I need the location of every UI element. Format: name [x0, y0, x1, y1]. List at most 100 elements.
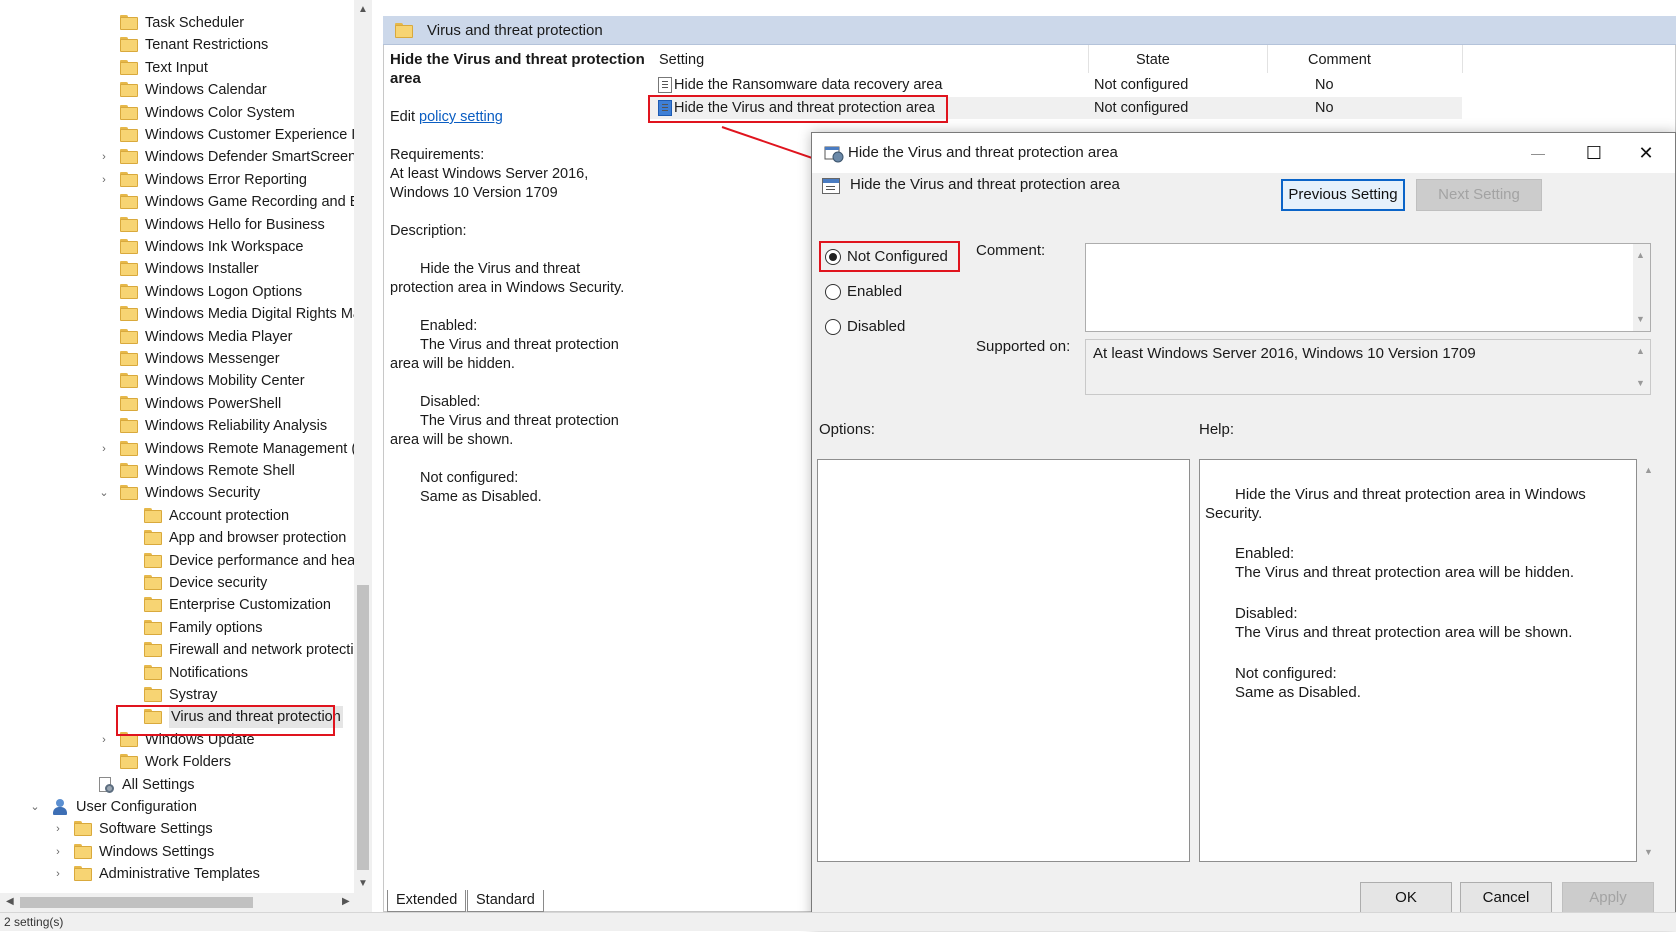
scroll-down-arrow-icon[interactable]: ▼ — [1644, 847, 1653, 857]
tree-item[interactable]: › Software Settings — [0, 818, 354, 840]
edit-policy-setting-link[interactable]: policy setting — [419, 109, 503, 125]
tree-item[interactable]: Windows Game Recording and Bro — [0, 191, 371, 213]
close-button[interactable]: ✕ — [1618, 133, 1674, 173]
tree-item[interactable]: Windows Ink Workspace — [0, 236, 354, 258]
tree-item[interactable]: Windows Calendar — [0, 79, 354, 101]
tree-item[interactable]: Windows Hello for Business — [0, 214, 354, 236]
help-text-cont: Security. — [1205, 505, 1263, 522]
folder-icon — [120, 351, 138, 366]
tree-item[interactable]: All Settings — [0, 774, 354, 796]
radio-label: Enabled — [847, 283, 903, 300]
tree-item[interactable]: › Windows Update — [0, 729, 354, 751]
tree-item[interactable]: › Windows Remote Management (W — [0, 438, 370, 460]
chevron-right-icon[interactable]: › — [52, 863, 64, 885]
tree-item[interactable]: Windows Messenger — [0, 348, 354, 370]
view-tabs[interactable]: Extended Standard — [383, 890, 783, 912]
tree-item[interactable]: Windows Mobility Center — [0, 370, 354, 392]
chevron-down-icon[interactable]: ⌄ — [98, 482, 110, 504]
tree-item[interactable]: Firewall and network protection — [0, 639, 370, 661]
tree-item[interactable]: Work Folders — [0, 751, 354, 773]
scroll-right-arrow-icon[interactable]: ▶ — [342, 896, 350, 907]
folder-icon — [144, 575, 162, 590]
minimize-button[interactable]: — — [1510, 133, 1566, 173]
tree-item[interactable]: ⌄ Windows Security — [0, 482, 354, 504]
chevron-right-icon[interactable]: › — [98, 438, 110, 460]
tree-item[interactable]: Text Input — [0, 57, 354, 79]
tree-item[interactable]: Windows Reliability Analysis — [0, 415, 354, 437]
scroll-left-arrow-icon[interactable]: ◀ — [6, 896, 14, 907]
scroll-down-arrow-icon[interactable]: ▼ — [358, 878, 368, 889]
scroll-down-arrow-icon[interactable]: ▼ — [1636, 314, 1645, 324]
ok-button[interactable]: OK — [1360, 882, 1452, 914]
tree-horizontal-scrollbar[interactable]: ◀ ▶ — [0, 893, 372, 912]
tree-item[interactable]: Account protection — [0, 505, 354, 527]
tree-item[interactable]: Systray — [0, 684, 354, 706]
column-header-state[interactable]: State — [1136, 49, 1170, 71]
tree-item[interactable]: Notifications — [0, 662, 354, 684]
tree-item[interactable]: Device security — [0, 572, 354, 594]
tree-item[interactable]: Family options — [0, 617, 354, 639]
column-header-comment[interactable]: Comment — [1308, 49, 1371, 71]
radio-unchecked-icon[interactable] — [825, 284, 841, 300]
chevron-right-icon[interactable]: › — [98, 729, 110, 751]
radio-checked-icon[interactable] — [825, 249, 841, 265]
scroll-up-arrow-icon[interactable]: ▲ — [358, 4, 368, 15]
tree-item[interactable]: Windows Installer — [0, 258, 354, 280]
dialog-titlebar[interactable]: Hide the Virus and threat protection are… — [812, 133, 1675, 173]
maximize-button[interactable]: ☐ — [1566, 133, 1622, 173]
tree-item[interactable]: › Administrative Templates — [0, 863, 354, 885]
tree-item-label: Account protection — [169, 507, 290, 524]
setting-row[interactable]: Hide the Ransomware data recovery area N… — [650, 74, 1462, 96]
tree-hscroll-thumb[interactable] — [20, 897, 253, 908]
supported-scrollbar[interactable]: ▲ ▼ — [1633, 340, 1650, 394]
scroll-up-arrow-icon[interactable]: ▲ — [1644, 465, 1653, 475]
folder-icon — [120, 216, 138, 232]
scroll-up-arrow-icon[interactable]: ▲ — [1636, 346, 1645, 356]
comment-textbox[interactable]: ▲ ▼ — [1085, 243, 1651, 332]
comment-scrollbar[interactable]: ▲ ▼ — [1633, 244, 1650, 331]
tab-standard[interactable]: Standard — [467, 890, 544, 912]
help-scrollbar[interactable]: ▲ ▼ — [1640, 459, 1657, 862]
column-separator[interactable] — [1462, 45, 1463, 73]
policy-setting-dialog[interactable]: Hide the Virus and threat protection are… — [811, 132, 1676, 931]
tree-item[interactable]: Windows Color System — [0, 102, 354, 124]
tree-item[interactable]: ⌄ User Configuration — [0, 796, 354, 818]
radio-unchecked-icon[interactable] — [825, 319, 841, 335]
tree-item[interactable]: Windows Remote Shell — [0, 460, 354, 482]
setting-row-selected[interactable]: Hide the Virus and threat protection are… — [650, 97, 1462, 119]
tree-item-selected[interactable]: Virus and threat protection — [0, 706, 354, 729]
tree-item[interactable]: Windows Media Player — [0, 326, 354, 348]
cancel-button[interactable]: Cancel — [1460, 882, 1552, 914]
next-setting-button[interactable]: Next Setting — [1416, 179, 1542, 211]
column-separator[interactable] — [1088, 45, 1089, 73]
tree-item[interactable]: App and browser protection — [0, 527, 354, 549]
navigation-tree[interactable]: Task Scheduler Tenant Restrictions Text In… — [0, 0, 372, 912]
tree-item[interactable]: › Windows Settings — [0, 841, 354, 863]
tree-item[interactable]: › Windows Error Reporting — [0, 169, 354, 191]
scroll-down-arrow-icon[interactable]: ▼ — [1636, 378, 1645, 388]
tree-item[interactable]: Windows Customer Experience Imp — [0, 124, 371, 146]
tree-item[interactable]: Windows PowerShell — [0, 393, 354, 415]
tree-vertical-scrollbar[interactable]: ▲ ▼ — [354, 0, 372, 893]
column-header-setting[interactable]: Setting — [659, 49, 704, 71]
tree-item[interactable]: Tenant Restrictions — [0, 34, 354, 56]
previous-setting-button[interactable]: Previous Setting — [1281, 179, 1405, 211]
chevron-right-icon[interactable]: › — [52, 841, 64, 863]
apply-button[interactable]: Apply — [1562, 882, 1654, 914]
tree-item[interactable]: Windows Media Digital Rights Mar — [0, 303, 366, 325]
tree-item-label: Enterprise Customization — [169, 597, 331, 614]
column-separator[interactable] — [1267, 45, 1268, 73]
tree-scroll-thumb[interactable] — [357, 585, 369, 870]
chevron-down-icon[interactable]: ⌄ — [29, 796, 41, 818]
tree-item[interactable]: Task Scheduler — [0, 12, 354, 34]
chevron-right-icon[interactable]: › — [98, 169, 110, 191]
tree-item[interactable]: Enterprise Customization — [0, 594, 354, 616]
scroll-up-arrow-icon[interactable]: ▲ — [1636, 250, 1645, 260]
tree-item[interactable]: Device performance and health — [0, 550, 371, 572]
tree-item[interactable]: Windows Logon Options — [0, 281, 354, 303]
tree-item[interactable]: › Windows Defender SmartScreen — [0, 146, 356, 168]
folder-icon — [120, 418, 138, 434]
tab-extended[interactable]: Extended — [387, 890, 467, 912]
chevron-right-icon[interactable]: › — [98, 146, 110, 168]
chevron-right-icon[interactable]: › — [52, 818, 64, 840]
